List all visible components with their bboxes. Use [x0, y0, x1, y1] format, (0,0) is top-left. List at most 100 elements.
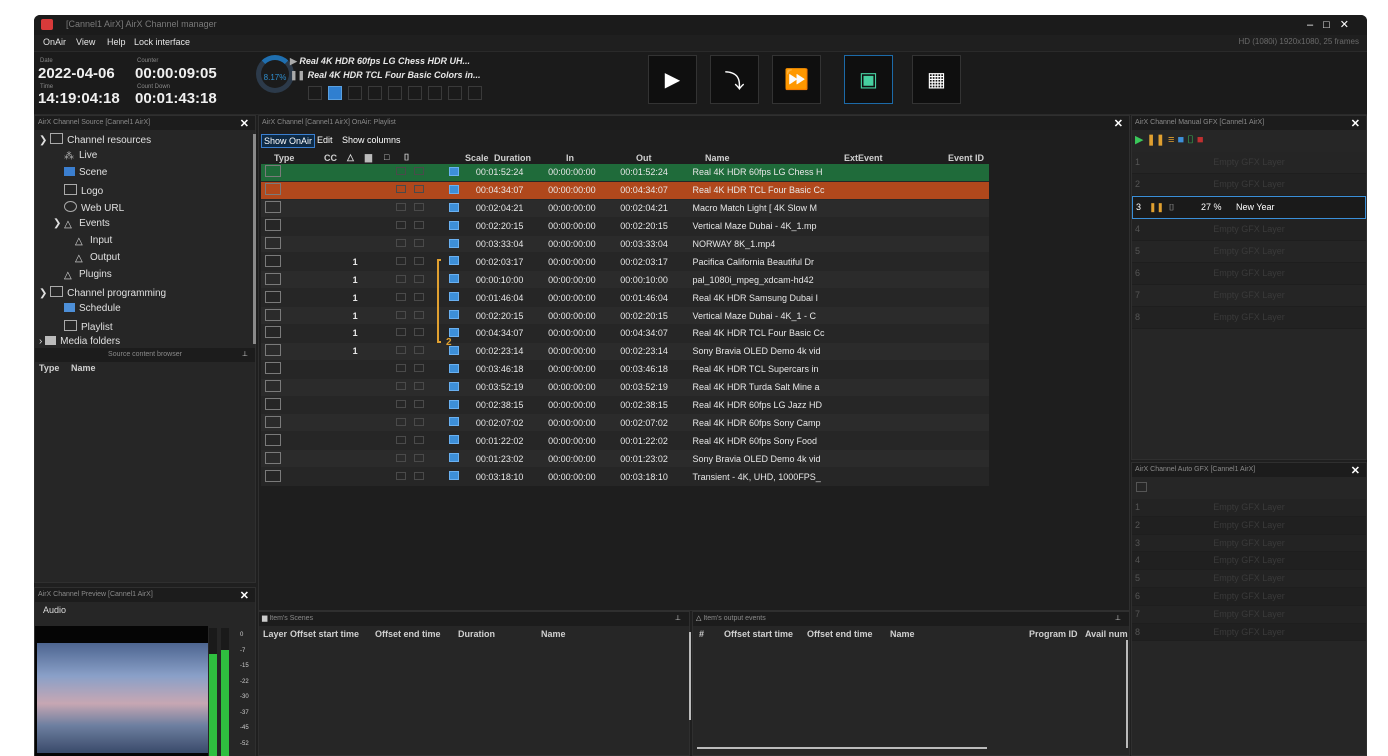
- col-event-id[interactable]: Event ID: [948, 153, 984, 163]
- layout-button[interactable]: ▦: [912, 55, 961, 104]
- scenes-col-name[interactable]: Name: [541, 629, 566, 639]
- row-type-checkbox[interactable]: [265, 183, 281, 196]
- col-split-icon[interactable]: ⌷: [404, 152, 409, 163]
- tree-plugins[interactable]: △ Plugins: [64, 269, 112, 281]
- row-type-checkbox[interactable]: [265, 290, 281, 303]
- events-col-offset-end[interactable]: Offset end time: [807, 629, 873, 639]
- pin-icon[interactable]: ⊥: [242, 348, 248, 362]
- auto-gfx-layer[interactable]: 1 Empty GFX Layer: [1132, 499, 1366, 517]
- auto-gfx-layer[interactable]: 6 Empty GFX Layer: [1132, 587, 1366, 606]
- playlist-row[interactable]: 00:01:22:02 00:00:00:00 00:01:22:02 Real 4K…: [261, 431, 989, 451]
- row-type-checkbox[interactable]: [265, 219, 281, 232]
- playlist-row[interactable]: 00:03:18:10 00:00:00:00 00:03:18:10 Transie…: [261, 467, 989, 487]
- manual-gfx-layer[interactable]: 8 Empty GFX Layer: [1132, 307, 1366, 329]
- schedule-mode-icon[interactable]: [348, 86, 362, 100]
- playlist-row[interactable]: 00:03:33:04 00:00:00:00 00:03:33:04 NORWAY …: [261, 235, 989, 254]
- col-type[interactable]: Type: [274, 153, 294, 163]
- scenes-col-layer[interactable]: Layer: [263, 629, 287, 639]
- menu-help[interactable]: Help: [107, 37, 126, 47]
- playlist-row[interactable]: 1 00:02:23:14 00:00:00:00 00:02:23:14 Sony B…: [261, 342, 989, 361]
- gfx-stack-icon[interactable]: ≡: [1168, 134, 1174, 146]
- gfx-split-icon[interactable]: ⌷: [1187, 134, 1194, 146]
- manual-gfx-layer[interactable]: 2 Empty GFX Layer: [1132, 174, 1366, 196]
- tree-scene[interactable]: Scene: [64, 167, 107, 178]
- expand-chevron-icon[interactable]: ❯: [39, 288, 50, 299]
- row-type-checkbox[interactable]: [265, 254, 281, 267]
- source-panel-close-icon[interactable]: ✕: [240, 117, 249, 131]
- col-ext-event[interactable]: ExtEvent: [844, 153, 883, 163]
- playlist-row[interactable]: 00:01:52:24 00:00:00:00 00:01:52:24 Real 4K…: [261, 164, 989, 182]
- manual-gfx-layer[interactable]: 3 ❚❚ ⌷ 27 % New Year: [1132, 196, 1366, 219]
- row-type-checkbox[interactable]: [265, 237, 281, 249]
- col-duration[interactable]: Duration: [494, 153, 531, 163]
- auto-gfx-layer[interactable]: 4 Empty GFX Layer: [1132, 552, 1366, 571]
- output-icon[interactable]: [408, 86, 422, 100]
- scenes-col-offset-start[interactable]: Offset start time: [290, 629, 359, 639]
- tab-edit[interactable]: Edit: [317, 135, 333, 145]
- manual-gfx-layer[interactable]: 6 Empty GFX Layer: [1132, 263, 1366, 285]
- events-pin-icon[interactable]: ⊥: [1115, 612, 1121, 626]
- col-cc[interactable]: CC: [324, 153, 337, 163]
- split-icon[interactable]: [368, 86, 382, 100]
- col-out[interactable]: Out: [636, 153, 652, 163]
- scenes-scrollbar[interactable]: [689, 632, 691, 720]
- manual-gfx-layer[interactable]: 4 Empty GFX Layer: [1132, 219, 1366, 241]
- row-type-checkbox[interactable]: [265, 272, 281, 285]
- manual-gfx-close-icon[interactable]: ✕: [1351, 117, 1360, 131]
- menu-lock-interface[interactable]: Lock interface: [134, 37, 190, 47]
- gfx-layer-split-icon[interactable]: ⌷: [1169, 197, 1174, 218]
- auto-gfx-layer[interactable]: 2 Empty GFX Layer: [1132, 516, 1366, 535]
- fast-forward-button[interactable]: ⏩: [772, 55, 821, 104]
- col-in[interactable]: In: [566, 153, 574, 163]
- tab-show-columns[interactable]: Show columns: [342, 135, 401, 145]
- tree-events[interactable]: ❯ △ Events: [53, 218, 110, 230]
- preview-toggle-button[interactable]: ▣: [844, 55, 893, 104]
- close-icon[interactable]: ✕: [1340, 19, 1359, 31]
- playlist-row[interactable]: 00:03:46:18 00:00:00:00 00:03:46:18 Real 4K…: [261, 360, 989, 379]
- tree-web-url[interactable]: Web URL: [64, 201, 124, 214]
- input-icon[interactable]: [388, 86, 402, 100]
- row-type-checkbox[interactable]: [265, 165, 281, 178]
- events-col-offset-start[interactable]: Offset start time: [724, 629, 793, 639]
- play-button[interactable]: ▶: [648, 55, 697, 104]
- col-bell-icon[interactable]: △: [347, 152, 354, 163]
- row-type-checkbox[interactable]: [265, 344, 281, 357]
- auto-gfx-layer[interactable]: 7 Empty GFX Layer: [1132, 605, 1366, 624]
- auto-gfx-close-icon[interactable]: ✕: [1351, 464, 1360, 478]
- events-col-name[interactable]: Name: [890, 629, 915, 639]
- playlist-row[interactable]: 00:02:04:21 00:00:00:00 00:02:04:21 Macro M…: [261, 199, 989, 218]
- live-icon[interactable]: [308, 86, 322, 100]
- warning-icon[interactable]: [448, 86, 462, 100]
- stop-icon[interactable]: [468, 86, 482, 100]
- row-type-checkbox[interactable]: [265, 469, 281, 482]
- browser-col-name[interactable]: Name: [71, 363, 96, 373]
- playlist-row[interactable]: 1 00:02:03:17 00:00:00:00 00:02:03:17 Pacifi…: [261, 252, 989, 272]
- playlist-row[interactable]: 1 00:04:34:07 00:00:00:00 00:04:34:07 Real 4…: [261, 324, 989, 343]
- minimize-icon[interactable]: –: [1307, 19, 1323, 31]
- scenes-col-offset-end[interactable]: Offset end time: [375, 629, 441, 639]
- gfx-screen-icon[interactable]: ■: [1178, 134, 1185, 146]
- events-scrollbar-v[interactable]: [1126, 640, 1128, 748]
- events-col-num[interactable]: #: [699, 629, 704, 639]
- playlist-row[interactable]: 1 00:00:10:00 00:00:00:00 00:00:10:00 pal_10…: [261, 270, 989, 290]
- scenes-col-duration[interactable]: Duration: [458, 629, 495, 639]
- tab-show-onair[interactable]: Show OnAir: [261, 134, 316, 148]
- row-type-checkbox[interactable]: [265, 398, 281, 411]
- playlist-row[interactable]: 1 00:02:20:15 00:00:00:00 00:02:20:15 Vertic…: [261, 306, 989, 326]
- preview-panel-close-icon[interactable]: ✕: [240, 589, 249, 603]
- row-type-checkbox[interactable]: [265, 415, 281, 428]
- menu-view[interactable]: View: [76, 37, 95, 47]
- skip-button[interactable]: ⤵: [710, 55, 759, 104]
- playlist-row[interactable]: 00:02:38:15 00:00:00:00 00:02:38:15 Real 4K…: [261, 396, 989, 415]
- row-type-checkbox[interactable]: [265, 326, 281, 339]
- playlist-panel-close-icon[interactable]: ✕: [1114, 117, 1123, 131]
- tree-channel-programming[interactable]: ❯ Channel programming: [39, 286, 166, 299]
- expand-chevron-icon[interactable]: ❯: [53, 218, 64, 229]
- manual-gfx-layer[interactable]: 5 Empty GFX Layer: [1132, 241, 1366, 263]
- tree-schedule[interactable]: Schedule: [64, 303, 121, 314]
- tree-playlist[interactable]: Playlist: [64, 320, 113, 333]
- playlist-row[interactable]: 00:03:52:19 00:00:00:00 00:03:52:19 Real 4K…: [261, 378, 989, 397]
- expand-chevron-icon[interactable]: ❯: [39, 135, 50, 146]
- col-scene-icon[interactable]: ▆: [365, 152, 372, 163]
- tree-output[interactable]: △ Output: [75, 252, 120, 264]
